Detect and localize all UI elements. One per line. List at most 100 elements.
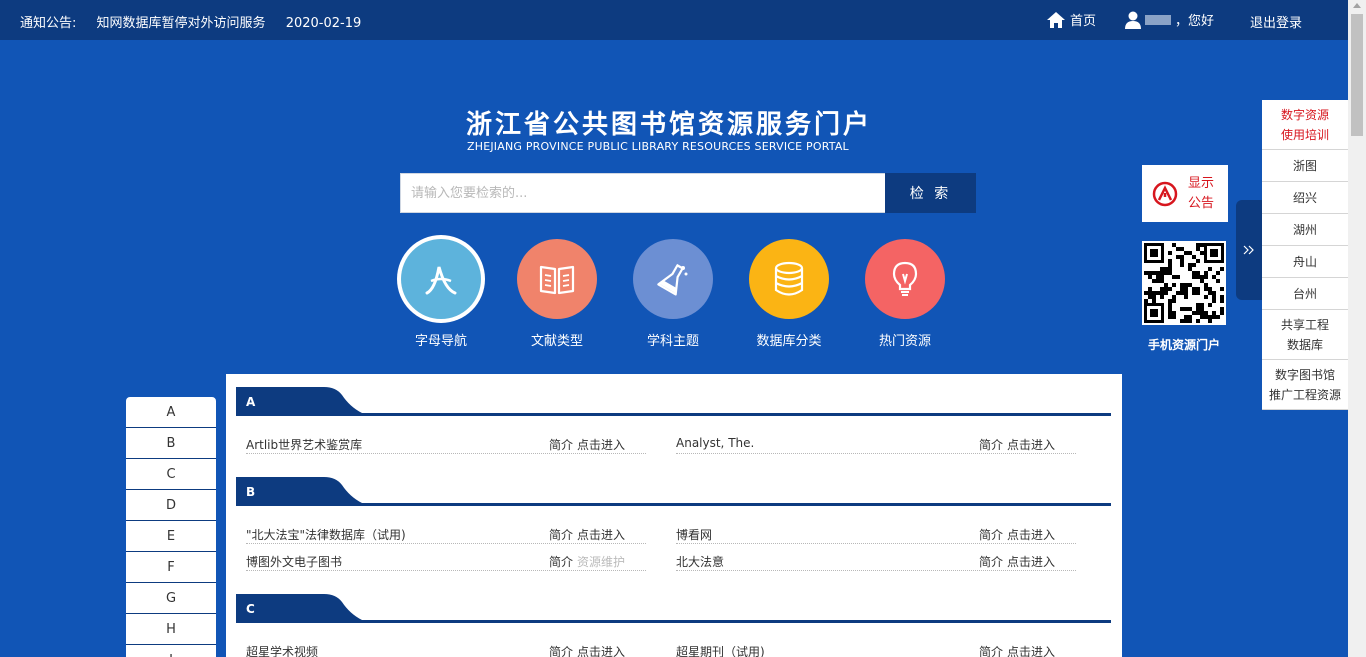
database-name: 博看网 xyxy=(676,528,713,542)
enter-link[interactable]: 点击进入 xyxy=(1007,555,1055,569)
menu-item-huzhou[interactable]: 湖州 xyxy=(1262,214,1348,246)
enter-link[interactable]: 点击进入 xyxy=(577,528,625,542)
intro-link[interactable]: 简介 xyxy=(549,645,573,657)
letter-nav-item[interactable]: C xyxy=(126,459,216,490)
user-icon xyxy=(1125,11,1141,29)
letter-nav-item[interactable]: B xyxy=(126,428,216,459)
list-item: 博图外文电子图书 简介 资源维护 xyxy=(246,551,646,571)
region-menu: 数字资源使用培训 浙图 绍兴 湖州 舟山 台州 共享工程数据库 数字图书馆推广工… xyxy=(1262,100,1348,410)
menu-item-taizhou[interactable]: 台州 xyxy=(1262,278,1348,310)
menu-item-label: 数字图书馆 xyxy=(1274,367,1335,382)
intro-link[interactable]: 简介 xyxy=(979,438,1003,452)
enter-link[interactable]: 点击进入 xyxy=(1007,645,1055,657)
category-alpha-nav[interactable]: 字母导航 xyxy=(401,239,481,349)
qr-code-icon xyxy=(1142,241,1226,325)
expand-panel-tab[interactable] xyxy=(1236,200,1262,300)
announcement-icon xyxy=(1152,181,1178,206)
top-bar: 通知公告: 知网数据库暂停对外访问服务 2020-02-19 首页 ，您好 退出… xyxy=(0,0,1348,40)
letter-nav-item[interactable]: G xyxy=(126,583,216,614)
notice-date: 2020-02-19 xyxy=(285,16,362,31)
database-list: A Artlib世界艺术鉴赏库 简介 点击进入 Analyst, The. 简介点… xyxy=(226,374,1122,657)
list-item: 北大法意 简介 点击进入 xyxy=(676,551,1076,571)
letter-nav-item[interactable]: F xyxy=(126,552,216,583)
menu-item-digital-library[interactable]: 数字图书馆推广工程资源 xyxy=(1262,360,1348,410)
section-underline xyxy=(236,413,1111,416)
menu-item-shaoxing[interactable]: 绍兴 xyxy=(1262,182,1348,214)
menu-item-label: 台州 xyxy=(1292,286,1317,301)
menu-item-label: 使用培训 xyxy=(1280,127,1329,142)
category-label: 数据库分类 xyxy=(756,334,822,349)
list-item: 博看网 简介 点击进入 xyxy=(676,524,1076,544)
menu-item-label: 浙图 xyxy=(1292,158,1317,173)
list-item: "北大法宝"法律数据库（试用) 简介 点击进入 xyxy=(246,524,646,544)
enter-link[interactable]: 点击进入 xyxy=(577,438,625,452)
menu-item-label: 数字资源 xyxy=(1280,107,1329,122)
menu-item-zhoushan[interactable]: 舟山 xyxy=(1262,246,1348,278)
section-letter: A xyxy=(246,395,256,409)
menu-item-training[interactable]: 数字资源 使用培训 xyxy=(1262,100,1348,150)
category-doc-type[interactable]: 文献类型 xyxy=(517,239,597,349)
home-icon xyxy=(1047,11,1065,28)
database-name: Artlib世界艺术鉴赏库 xyxy=(246,438,363,452)
database-name: Analyst, The. xyxy=(676,436,755,450)
category-label: 文献类型 xyxy=(530,334,583,349)
database-name: 超星学术视频 xyxy=(246,645,319,657)
intro-link[interactable]: 简介 xyxy=(979,528,1003,542)
book-icon xyxy=(517,239,597,319)
menu-item-label: 推广工程资源 xyxy=(1268,387,1341,402)
menu-item-label: 湖州 xyxy=(1292,222,1317,237)
database-name: 北大法意 xyxy=(676,555,725,569)
database-icon xyxy=(749,239,829,319)
section-underline xyxy=(236,503,1111,506)
logout-link[interactable]: 退出登录 xyxy=(1250,12,1302,31)
menu-item-label: 共享工程 xyxy=(1280,317,1329,332)
scrollbar-thumb[interactable] xyxy=(1351,14,1363,136)
list-item: Artlib世界艺术鉴赏库 简介 点击进入 xyxy=(246,434,646,454)
bulb-icon xyxy=(865,239,945,319)
letter-nav-item[interactable]: E xyxy=(126,521,216,552)
scroll-up-arrow-icon[interactable] xyxy=(1353,3,1361,8)
intro-link[interactable]: 简介 xyxy=(979,555,1003,569)
menu-item-zhetu[interactable]: 浙图 xyxy=(1262,150,1348,182)
home-link[interactable]: 首页 xyxy=(1046,10,1096,29)
enter-link[interactable]: 点击进入 xyxy=(577,645,625,657)
list-item: 超星学术视频 简介 点击进入 xyxy=(246,641,646,657)
enter-link[interactable]: 点击进入 xyxy=(1007,528,1055,542)
section-letter: B xyxy=(246,485,256,499)
letter-nav-item[interactable]: H xyxy=(126,614,216,645)
intro-link[interactable]: 简介 xyxy=(979,645,1003,657)
letter-nav-item[interactable]: I xyxy=(126,645,216,657)
category-label: 字母导航 xyxy=(414,334,467,349)
user-greeting: ，您好 xyxy=(1125,10,1214,29)
intro-link[interactable]: 简介 xyxy=(549,438,573,452)
portal-title: 浙江省公共图书馆资源服务门户 xyxy=(466,110,873,140)
search-button[interactable]: 检 索 xyxy=(885,173,976,213)
letter-nav-item[interactable]: D xyxy=(126,490,216,521)
letter-nav-item[interactable]: A xyxy=(126,397,216,428)
letter-nav: A B C D E F G H I xyxy=(126,397,216,657)
category-subject[interactable]: 学科主题 xyxy=(633,239,713,349)
notice-link[interactable]: 知网数据库暂停对外访问服务 xyxy=(97,16,266,31)
menu-item-label: 数据库 xyxy=(1286,337,1323,352)
double-chevron-right-icon xyxy=(1243,245,1254,255)
category-label: 热门资源 xyxy=(878,334,931,349)
enter-link[interactable]: 点击进入 xyxy=(1007,438,1055,452)
search-input[interactable] xyxy=(400,173,886,213)
database-name: 博图外文电子图书 xyxy=(246,555,343,569)
notice-bar: 通知公告: 知网数据库暂停对外访问服务 2020-02-19 xyxy=(20,12,377,31)
section-tab-shape xyxy=(236,594,396,623)
greeting-text: ，您好 xyxy=(1175,14,1215,29)
section-header: B xyxy=(236,477,1112,506)
category-database[interactable]: 数据库分类 xyxy=(749,239,829,349)
page-scrollbar[interactable] xyxy=(1348,0,1366,657)
database-name: 超星期刊（试用) xyxy=(676,645,765,657)
menu-item-shared-project[interactable]: 共享工程 数据库 xyxy=(1262,310,1348,360)
menu-item-label: 舟山 xyxy=(1292,254,1317,269)
section-header: A xyxy=(236,387,1112,416)
show-notice-button[interactable]: 显示 公告 xyxy=(1142,165,1228,222)
intro-link[interactable]: 简介 xyxy=(549,528,573,542)
category-hot[interactable]: 热门资源 xyxy=(865,239,945,349)
notice-btn-line2: 公告 xyxy=(1188,195,1215,211)
intro-link[interactable]: 简介 xyxy=(549,555,573,569)
alpha-icon xyxy=(401,239,481,319)
